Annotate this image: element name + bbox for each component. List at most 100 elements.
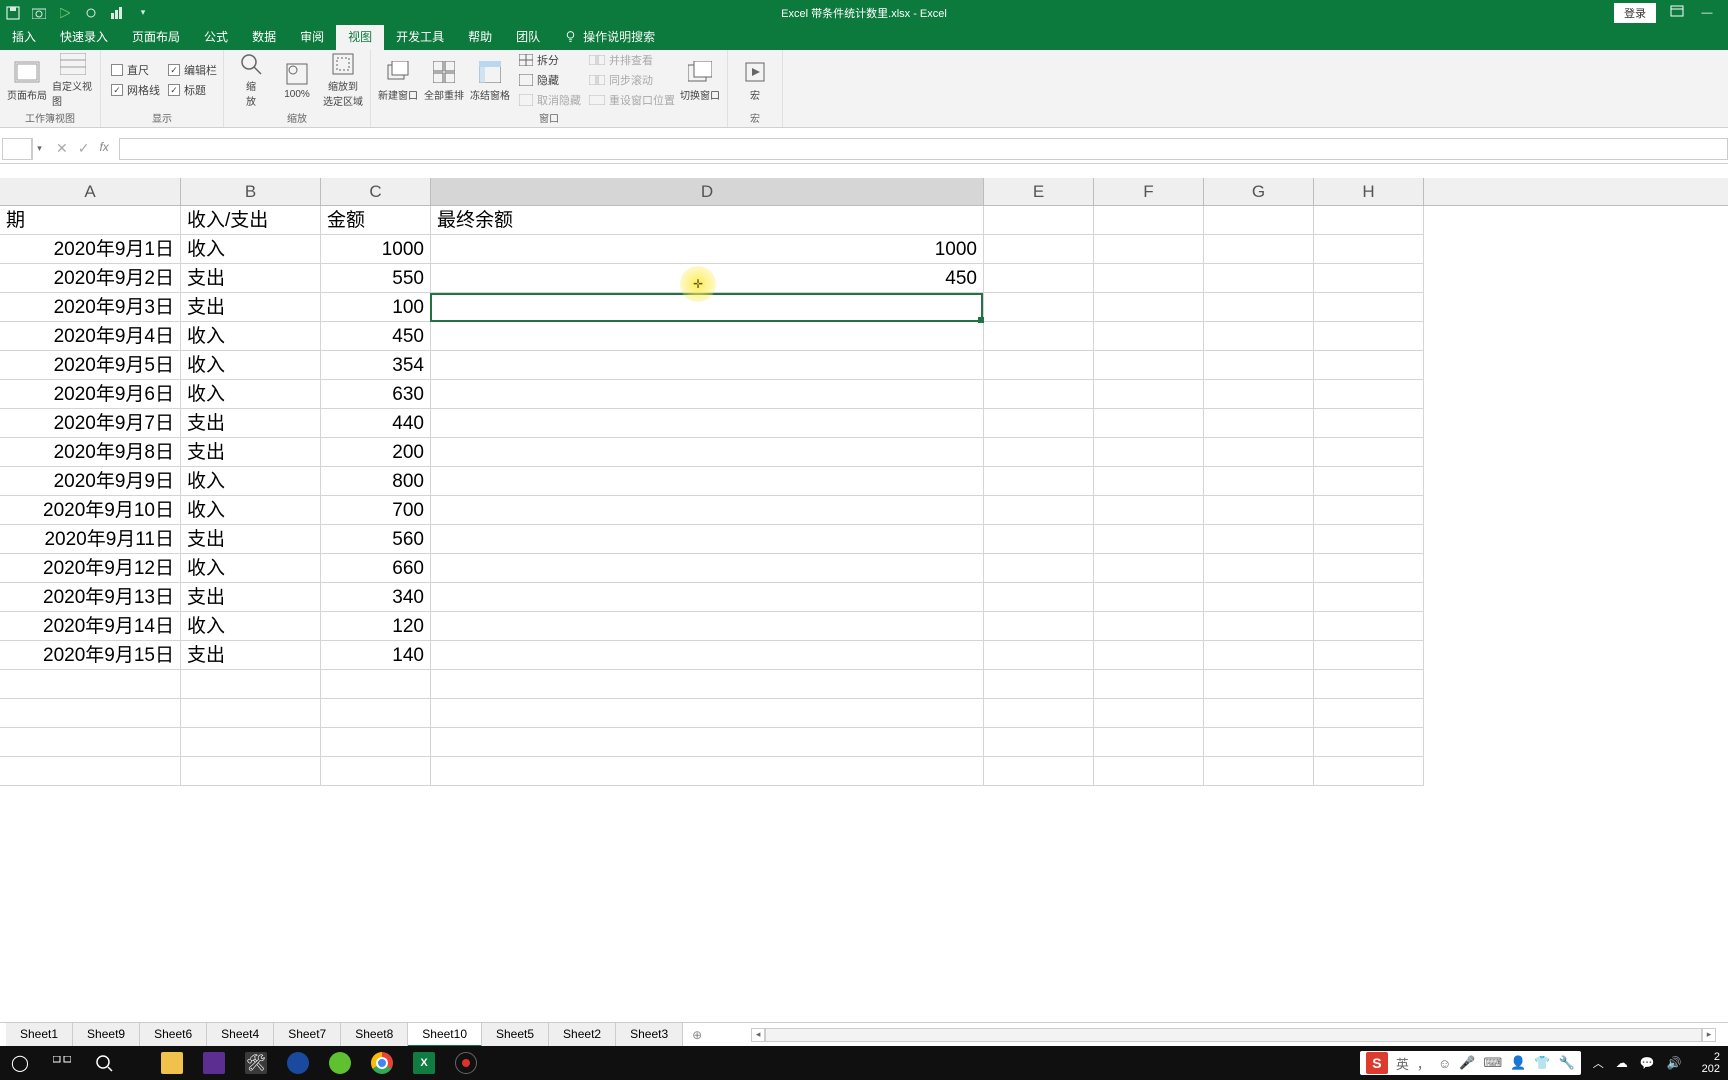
sheet-tab[interactable]: Sheet6 xyxy=(140,1022,207,1047)
cell[interactable]: 340 xyxy=(321,583,431,612)
sheet-tab[interactable]: Sheet5 xyxy=(482,1022,549,1047)
start-button[interactable]: ◯ xyxy=(0,1048,40,1078)
cell[interactable]: 354 xyxy=(321,351,431,380)
cell[interactable] xyxy=(1314,351,1424,380)
tab-formulas[interactable]: 公式 xyxy=(192,23,240,50)
tab-insert[interactable]: 插入 xyxy=(0,23,48,50)
hide-button[interactable]: 隐藏 xyxy=(519,72,581,88)
tray-chevron-icon[interactable]: ︿ xyxy=(1593,1055,1604,1071)
task-view-icon[interactable] xyxy=(42,1048,82,1078)
fx-icon[interactable]: fx xyxy=(99,140,108,157)
ribbon-display-icon[interactable] xyxy=(1668,5,1686,20)
cell[interactable]: 支出 xyxy=(181,641,321,670)
cell[interactable] xyxy=(1204,380,1314,409)
cell[interactable]: 收入 xyxy=(181,496,321,525)
sheet-tab[interactable]: Sheet9 xyxy=(73,1022,140,1047)
cell[interactable] xyxy=(431,496,984,525)
macros-button[interactable]: 宏 xyxy=(734,52,776,108)
cell[interactable] xyxy=(1204,525,1314,554)
cell[interactable]: 2020年9月7日 xyxy=(0,409,181,438)
cell[interactable] xyxy=(431,728,984,757)
cell[interactable]: 收入 xyxy=(181,612,321,641)
name-box[interactable] xyxy=(2,138,32,160)
cell[interactable] xyxy=(1314,525,1424,554)
qat-stop-icon[interactable] xyxy=(82,4,100,22)
cell[interactable]: 660 xyxy=(321,554,431,583)
cell[interactable] xyxy=(431,583,984,612)
cell[interactable] xyxy=(1204,757,1314,786)
cell[interactable] xyxy=(1094,728,1204,757)
col-head-c[interactable]: C xyxy=(321,178,431,205)
switch-windows-button[interactable]: 切换窗口 xyxy=(679,52,721,108)
hscroll-right-icon[interactable]: ▸ xyxy=(1702,1028,1716,1042)
cell[interactable] xyxy=(1204,496,1314,525)
cell[interactable]: 800 xyxy=(321,467,431,496)
cell[interactable] xyxy=(0,728,181,757)
cell[interactable] xyxy=(1314,554,1424,583)
cell[interactable]: 收入 xyxy=(181,351,321,380)
cell[interactable] xyxy=(984,438,1094,467)
cell[interactable] xyxy=(431,525,984,554)
cell[interactable]: 2020年9月13日 xyxy=(0,583,181,612)
cell[interactable] xyxy=(0,757,181,786)
cell[interactable] xyxy=(984,496,1094,525)
cell[interactable] xyxy=(1094,235,1204,264)
tools-icon[interactable]: 🛠 xyxy=(236,1048,276,1078)
cell[interactable] xyxy=(1314,757,1424,786)
cell[interactable] xyxy=(181,757,321,786)
visual-studio-icon[interactable] xyxy=(194,1048,234,1078)
cell[interactable] xyxy=(1314,583,1424,612)
cell[interactable] xyxy=(1204,728,1314,757)
split-button[interactable]: 拆分 xyxy=(519,52,581,68)
cell[interactable] xyxy=(431,612,984,641)
cell[interactable] xyxy=(984,206,1094,235)
cell[interactable] xyxy=(984,728,1094,757)
cell[interactable] xyxy=(1094,612,1204,641)
record-icon[interactable] xyxy=(446,1048,486,1078)
cell[interactable] xyxy=(1314,612,1424,641)
cell[interactable] xyxy=(1204,670,1314,699)
cell[interactable] xyxy=(181,670,321,699)
sheet-tab[interactable]: Sheet3 xyxy=(616,1022,683,1047)
cell[interactable] xyxy=(1314,641,1424,670)
cell[interactable]: 2020年9月10日 xyxy=(0,496,181,525)
cell[interactable] xyxy=(1314,380,1424,409)
cell[interactable]: 550 xyxy=(321,264,431,293)
cell[interactable]: 2020年9月9日 xyxy=(0,467,181,496)
tray-volume-icon[interactable]: 🔊 xyxy=(1667,1056,1682,1070)
cell[interactable] xyxy=(1314,293,1424,322)
cell[interactable] xyxy=(984,554,1094,583)
tab-team[interactable]: 团队 xyxy=(504,23,552,50)
col-head-a[interactable]: A xyxy=(0,178,181,205)
cell[interactable] xyxy=(431,467,984,496)
cell[interactable] xyxy=(984,583,1094,612)
cell[interactable] xyxy=(1094,757,1204,786)
cell[interactable] xyxy=(1094,641,1204,670)
sheet-tab[interactable]: Sheet4 xyxy=(207,1022,274,1047)
cell[interactable] xyxy=(431,670,984,699)
wechat-icon[interactable] xyxy=(320,1048,360,1078)
cell[interactable]: 支出 xyxy=(181,293,321,322)
cell[interactable] xyxy=(1204,554,1314,583)
qat-camera-icon[interactable] xyxy=(30,4,48,22)
cell[interactable] xyxy=(1204,293,1314,322)
tell-me-search[interactable]: 操作说明搜索 xyxy=(552,23,667,50)
cell[interactable] xyxy=(1094,496,1204,525)
cell[interactable] xyxy=(1204,235,1314,264)
sheet-tab[interactable]: Sheet1 xyxy=(6,1022,73,1047)
freeze-panes-button[interactable]: 冻结窗格 xyxy=(469,52,511,108)
cell[interactable] xyxy=(984,641,1094,670)
cell[interactable] xyxy=(1204,612,1314,641)
sheet-tab[interactable]: Sheet10 xyxy=(408,1022,482,1047)
cell[interactable] xyxy=(321,757,431,786)
cell[interactable]: 收入 xyxy=(181,235,321,264)
tray-network-icon[interactable]: 💬 xyxy=(1640,1056,1655,1070)
cell[interactable]: 2020年9月8日 xyxy=(0,438,181,467)
page-layout-view-button[interactable]: 页面布局 xyxy=(6,52,48,108)
cell[interactable] xyxy=(1204,322,1314,351)
cell[interactable] xyxy=(1314,496,1424,525)
qat-chart-icon[interactable] xyxy=(108,4,126,22)
cell[interactable] xyxy=(1204,699,1314,728)
cancel-icon[interactable]: ✕ xyxy=(56,140,68,157)
cell[interactable] xyxy=(1204,641,1314,670)
